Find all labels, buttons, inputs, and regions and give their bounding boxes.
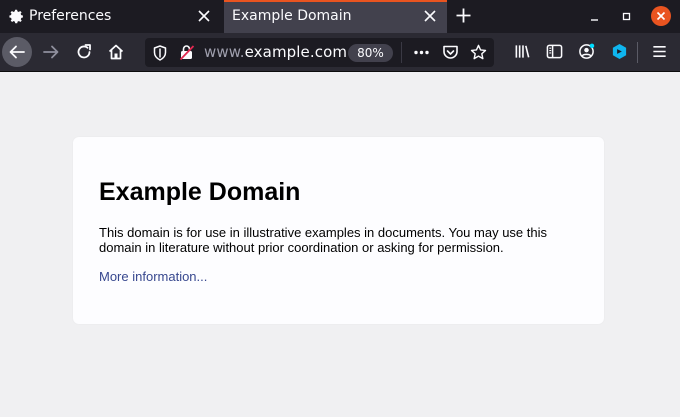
toolbar-divider bbox=[637, 42, 638, 63]
new-tab-icon[interactable] bbox=[455, 7, 472, 24]
url-text[interactable]: www.example.com bbox=[204, 43, 347, 61]
home-icon bbox=[108, 44, 124, 60]
navigation-toolbar: www.example.com 80% bbox=[0, 33, 680, 72]
restore-icon[interactable] bbox=[618, 8, 635, 25]
page-actions-icon[interactable] bbox=[413, 44, 430, 61]
pocket-icon[interactable] bbox=[442, 44, 459, 61]
page-heading: Example Domain bbox=[99, 178, 301, 206]
extension-icon[interactable] bbox=[611, 43, 628, 60]
url-bar-divider bbox=[401, 42, 402, 63]
page-content: Example Domain This domain is for use in… bbox=[0, 73, 680, 417]
account-icon[interactable] bbox=[578, 43, 595, 60]
more-information-link[interactable]: More information... bbox=[99, 269, 207, 284]
tab-title: Example Domain bbox=[232, 8, 352, 24]
library-icon[interactable] bbox=[514, 43, 531, 60]
content-card: Example Domain This domain is for use in… bbox=[73, 137, 604, 324]
back-button[interactable] bbox=[2, 37, 32, 67]
tracking-protection-shield-icon[interactable] bbox=[153, 45, 167, 61]
page-body-text: This domain is for use in illustrative e… bbox=[99, 225, 547, 255]
url-bar[interactable]: www.example.com 80% bbox=[145, 38, 494, 67]
close-tab-icon[interactable] bbox=[423, 9, 437, 23]
reload-button[interactable] bbox=[69, 37, 99, 67]
insecure-lock-icon[interactable] bbox=[179, 44, 195, 61]
close-icon bbox=[656, 11, 666, 21]
forward-button[interactable] bbox=[36, 37, 66, 67]
url-prefix: www. bbox=[204, 43, 245, 61]
back-arrow-icon bbox=[9, 45, 25, 59]
bookmark-star-icon[interactable] bbox=[470, 44, 487, 61]
reload-icon bbox=[77, 44, 91, 59]
forward-arrow-icon bbox=[43, 45, 59, 59]
url-host: example.com bbox=[244, 43, 348, 61]
tab-preferences[interactable]: Preferences bbox=[0, 0, 224, 33]
close-tab-icon[interactable] bbox=[197, 9, 211, 23]
tab-example-domain[interactable]: Example Domain bbox=[224, 0, 447, 33]
zoom-reset-button[interactable]: 80% bbox=[348, 44, 393, 62]
close-window-button[interactable] bbox=[651, 6, 671, 26]
home-button[interactable] bbox=[101, 37, 131, 67]
tab-title: Preferences bbox=[29, 8, 112, 24]
sidebar-icon[interactable] bbox=[546, 43, 563, 60]
tab-strip: Preferences Example Domain bbox=[0, 0, 680, 33]
hamburger-menu-icon[interactable] bbox=[651, 43, 668, 60]
gear-icon bbox=[9, 9, 23, 24]
minimize-icon[interactable] bbox=[586, 8, 603, 25]
